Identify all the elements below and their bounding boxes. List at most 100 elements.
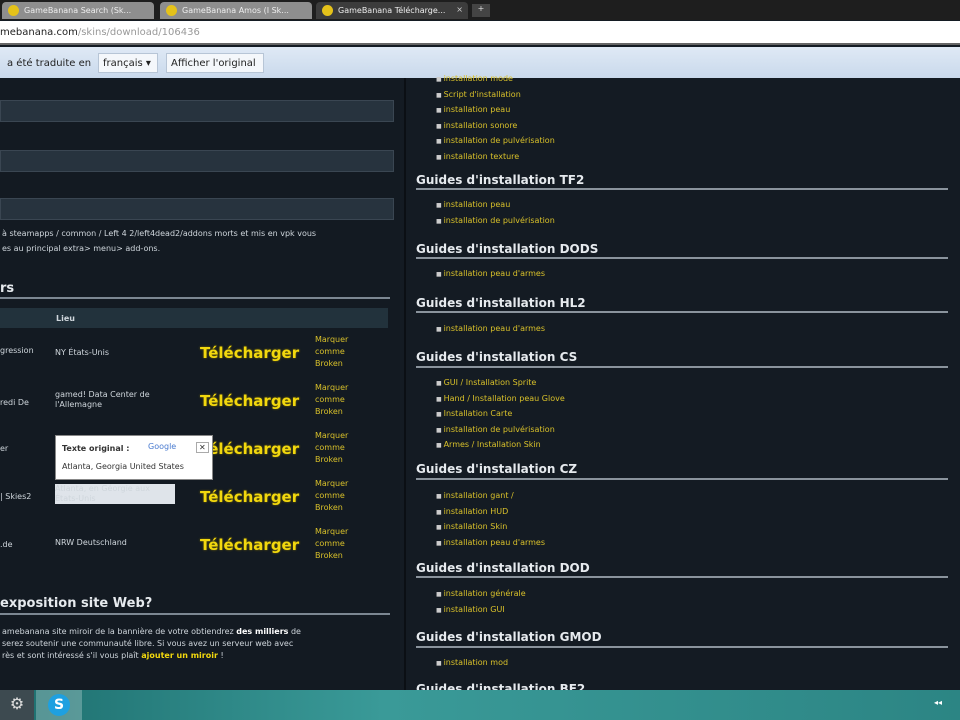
guide-link[interactable]: installation peau d'armes (436, 322, 545, 338)
new-tab-button[interactable]: + (472, 4, 490, 17)
table-row: .de NRW Deutschland Télécharger Marquer c… (0, 527, 390, 574)
language-select[interactable]: français ▾ (98, 53, 158, 73)
banana-icon (322, 5, 333, 16)
guide-heading-tf2: Guides d'installation TF2 (416, 173, 585, 187)
guide-link[interactable]: Installation Carte (436, 407, 565, 423)
divider (416, 311, 948, 313)
mark-broken-link[interactable]: comme (315, 491, 345, 500)
guide-list: installation peau d'armes (436, 322, 545, 338)
guide-list: GUI / Installation Sprite Hand / Install… (436, 376, 565, 454)
mirror-paragraph: amebanana site miroir de la bannière de … (2, 626, 392, 662)
translate-label: a été traduite en (7, 58, 92, 69)
text: rès et sont intéressé s'il vous plaît (2, 651, 139, 660)
guide-link[interactable]: installation mod (436, 656, 508, 672)
tab-download[interactable]: GameBanana Télécharge... × (316, 2, 468, 19)
divider (416, 576, 948, 578)
guide-link[interactable]: installation GUI (436, 603, 526, 619)
guide-list: installation générale installation GUI (436, 587, 526, 618)
tab-search[interactable]: GameBanana Search (Sk... (2, 2, 154, 19)
address-bar[interactable]: mebanana.com/skins/download/106436 (0, 21, 960, 45)
mark-broken-link[interactable]: Broken (315, 359, 343, 368)
mark-broken-link[interactable]: Marquer (315, 335, 348, 344)
table-row: redi De gamed! Data Center de l'Allemagn… (0, 383, 390, 430)
guide-link[interactable]: installation texture (436, 150, 555, 166)
download-link[interactable]: Télécharger (200, 344, 299, 362)
text: ! (220, 651, 224, 660)
divider (416, 257, 948, 259)
download-link[interactable]: Télécharger (200, 440, 299, 458)
guide-link[interactable]: installation Skin (436, 520, 545, 536)
add-mirror-link[interactable]: ajouter un miroir (141, 651, 218, 660)
section-bar (0, 198, 394, 220)
mirror-heading: exposition site Web? (0, 596, 153, 611)
tab-label: GameBanana Search (Sk... (24, 6, 132, 15)
url-domain: mebanana.com (0, 27, 78, 38)
install-text: à steamapps / common / Left 4 2/left4dea… (2, 229, 317, 238)
mirror-location: Atlanta, en Géorgie aux États-Unis (55, 484, 175, 504)
tab-label: GameBanana Télécharge... (338, 6, 446, 15)
close-icon[interactable]: ✕ (196, 442, 209, 453)
banana-icon (8, 5, 19, 16)
show-original-button[interactable]: Afficher l'original (166, 53, 264, 73)
guide-link[interactable]: installation peau (436, 103, 555, 119)
mark-broken-link[interactable]: Marquer (315, 431, 348, 440)
guide-list: installation peau d'armes (436, 267, 545, 283)
guide-link[interactable]: GUI / Installation Sprite (436, 376, 565, 392)
mark-broken-link[interactable]: Marquer (315, 479, 348, 488)
mark-broken-link[interactable]: Broken (315, 503, 343, 512)
guide-link[interactable]: installation de pulvérisation (436, 423, 565, 439)
mark-broken-link[interactable]: Broken (315, 551, 343, 560)
guide-link[interactable]: installation de pulvérisation (436, 214, 555, 230)
guide-link[interactable]: installation sonore (436, 119, 555, 135)
table-header: Lieu (0, 308, 388, 328)
mark-broken-link[interactable]: Marquer (315, 527, 348, 536)
mirror-name: redi De (0, 398, 29, 407)
mark-broken-link[interactable]: Broken (315, 455, 343, 464)
translation-tooltip: Texte original : Google ✕ Atlanta, Georg… (55, 435, 213, 480)
column-header-location: Lieu (56, 314, 75, 323)
download-link[interactable]: Télécharger (200, 392, 299, 410)
guide-list: installation gant / installation HUD ins… (436, 489, 545, 551)
guide-link[interactable]: Armes / Installation Skin (436, 438, 565, 454)
mark-broken-link[interactable]: comme (315, 395, 345, 404)
table-row: | Skies2 Atlanta, en Géorgie aux États-U… (0, 479, 390, 526)
guide-link[interactable]: installation peau (436, 198, 555, 214)
divider (416, 366, 948, 368)
section-bar (0, 150, 394, 172)
mirror-name: gression (0, 346, 34, 355)
download-link[interactable]: Télécharger (200, 536, 299, 554)
tab-armes[interactable]: GameBanana Amos (I Sk... (160, 2, 312, 19)
download-link[interactable]: Télécharger (200, 488, 299, 506)
guide-link[interactable]: installation mode (436, 72, 555, 88)
mark-broken-link[interactable]: comme (315, 443, 345, 452)
guide-heading-cz: Guides d'installation CZ (416, 462, 578, 476)
guide-heading-gmod: Guides d'installation GMOD (416, 630, 602, 644)
main-content: à steamapps / common / Left 4 2/left4dea… (0, 78, 400, 690)
guide-link[interactable]: installation de pulvérisation (436, 134, 555, 150)
mark-broken-link[interactable]: comme (315, 539, 345, 548)
tab-bar: GameBanana Search (Sk... GameBanana Amos… (0, 0, 960, 20)
steam-icon[interactable]: ⚙ (0, 690, 34, 720)
banana-icon (166, 5, 177, 16)
guide-link[interactable]: installation générale (436, 587, 526, 603)
guide-link[interactable]: installation gant / (436, 489, 545, 505)
mirror-name: er (0, 444, 9, 453)
mirror-name: .de (0, 540, 13, 549)
text: serez soutenir une communauté libre. Si … (2, 639, 294, 648)
divider (0, 613, 390, 615)
skype-taskbar-button[interactable]: S (36, 690, 82, 720)
guide-link[interactable]: Hand / Installation peau Glove (436, 392, 565, 408)
guide-link[interactable]: installation peau d'armes (436, 536, 545, 552)
mark-broken-link[interactable]: comme (315, 347, 345, 356)
mark-broken-link[interactable]: Broken (315, 407, 343, 416)
guide-link[interactable]: installation peau d'armes (436, 267, 545, 283)
tray-expand-icon[interactable]: ◂◂ (934, 698, 942, 707)
guide-link[interactable]: installation HUD (436, 505, 545, 521)
table-row: gression NY États-Unis Télécharger Marqu… (0, 335, 390, 382)
mark-broken-link[interactable]: Marquer (315, 383, 348, 392)
url-path: /skins/download/106436 (77, 27, 200, 38)
close-icon[interactable]: × (456, 5, 463, 14)
guide-link[interactable]: Script d'installation (436, 88, 555, 104)
text: amebanana site miroir de la bannière de … (2, 627, 234, 636)
guide-heading-dods: Guides d'installation DODS (416, 242, 599, 256)
